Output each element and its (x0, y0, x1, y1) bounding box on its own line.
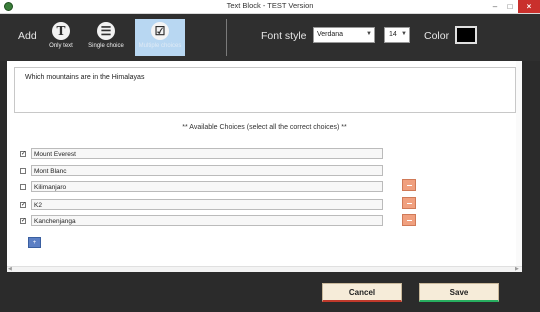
minimize-button[interactable]: – (488, 0, 502, 13)
choice-input[interactable]: Mont Blanc (31, 165, 383, 176)
choice-input[interactable]: Mount Everest (31, 148, 383, 159)
choice-checkbox[interactable] (20, 168, 26, 174)
chevron-down-icon: ▼ (401, 31, 407, 37)
close-button[interactable]: × (518, 0, 540, 13)
multiple-choices-label: Multiple choices (138, 43, 182, 49)
text-icon: T (52, 22, 70, 40)
vertical-scrollbar[interactable] (516, 61, 522, 266)
choice-row: K2 (20, 199, 390, 210)
font-style-label: Font style (261, 30, 307, 42)
list-icon: ☰ (97, 22, 115, 40)
remove-choice-button[interactable] (402, 197, 416, 209)
remove-choice-button[interactable] (402, 179, 416, 191)
save-button[interactable]: Save (419, 283, 499, 302)
choice-input[interactable]: Kanchenjanga (31, 215, 383, 226)
color-picker[interactable] (455, 26, 477, 44)
scroll-left-icon[interactable]: ◀ (8, 266, 12, 272)
question-text: Which mountains are in the Himalayas (25, 74, 145, 81)
only-text-label: Only text (49, 43, 73, 49)
chevron-down-icon: ▼ (366, 31, 372, 37)
cancel-button[interactable]: Cancel (322, 283, 402, 302)
add-label: Add (18, 30, 37, 42)
choice-input[interactable]: K2 (31, 199, 383, 210)
choice-checkbox[interactable] (20, 184, 26, 190)
question-input[interactable]: Which mountains are in the Himalayas (14, 67, 516, 113)
toolbar-divider (226, 19, 227, 56)
horizontal-scrollbar[interactable]: ◀ ▶ (7, 266, 522, 272)
choice-row: Mount Everest (20, 148, 390, 159)
choices-header: ** Available Choices (select all the cor… (182, 124, 347, 131)
choice-checkbox[interactable] (20, 151, 26, 157)
multiple-choices-button[interactable]: ☑ Multiple choices (135, 19, 185, 56)
remove-choice-button[interactable] (402, 214, 416, 226)
content-panel: Which mountains are in the Himalayas ** … (7, 61, 522, 272)
scroll-right-icon[interactable]: ▶ (515, 266, 519, 272)
only-text-button[interactable]: T Only text (44, 19, 78, 56)
maximize-button[interactable]: □ (503, 0, 517, 13)
font-size-value: 14 (389, 31, 397, 38)
choice-row: Mont Blanc (20, 165, 390, 176)
choice-row: Kanchenjanga (20, 215, 390, 226)
font-family-value: Verdana (317, 31, 344, 38)
add-choice-button[interactable]: + (28, 237, 41, 248)
single-choice-button[interactable]: ☰ Single choice (86, 19, 126, 56)
choice-checkbox[interactable] (20, 202, 26, 208)
color-label: Color (424, 30, 450, 42)
toolbar: Add T Only text ☰ Single choice ☑ Multip… (0, 14, 540, 61)
window-title: Text Block - TEST Version (226, 1, 314, 10)
choice-row: Kilimanjaro (20, 181, 390, 192)
checklist-icon: ☑ (151, 22, 169, 40)
single-choice-label: Single choice (88, 43, 124, 49)
font-family-select[interactable]: Verdana ▼ (313, 27, 375, 43)
title-bar: Text Block - TEST Version – □ × (0, 0, 540, 14)
choice-input[interactable]: Kilimanjaro (31, 181, 383, 192)
choice-checkbox[interactable] (20, 218, 26, 224)
font-size-select[interactable]: 14 ▼ (384, 27, 410, 43)
